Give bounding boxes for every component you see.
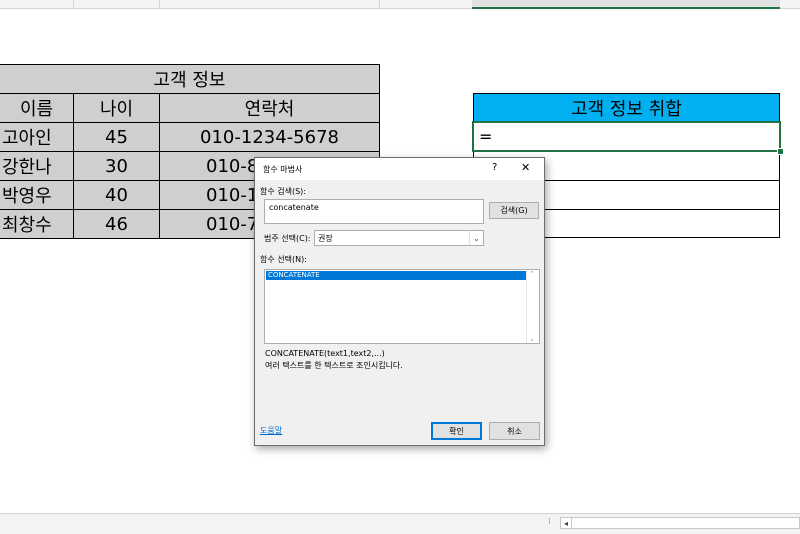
category-label: 범주 선택(C): [264,234,311,243]
header-contact[interactable]: 연락처 [159,93,380,123]
customer-info-title[interactable]: 고객 정보 [0,64,380,94]
scroll-left-icon[interactable]: ◂ [561,518,572,528]
dialog-titlebar[interactable]: 함수 마법사 ? ✕ [255,158,544,180]
cell-age[interactable]: 45 [73,122,160,152]
cancel-button[interactable]: 취소 [489,422,540,440]
cell-name[interactable]: 박영우 [0,180,74,210]
scroll-up-icon[interactable]: ⌃ [529,270,535,278]
function-list-label: 함수 선택(N): [260,255,307,264]
help-icon[interactable]: ? [492,162,497,173]
function-wizard-dialog: 함수 마법사 ? ✕ 함수 검색(S): concatenate 검색(G) 범… [254,157,545,446]
cell-age[interactable]: 40 [73,180,160,210]
dialog-title: 함수 마법사 [263,165,303,174]
horizontal-scrollbar[interactable] [560,517,800,529]
function-signature: CONCATENATE(text1,text2,...) [265,349,385,358]
cell-contact[interactable]: 010-1234-5678 [159,122,380,152]
category-value: 권장 [318,233,333,243]
cell-age[interactable]: 30 [73,151,160,181]
column-divider [73,0,74,8]
fill-handle[interactable] [777,148,784,155]
header-age[interactable]: 나이 [73,93,160,123]
function-search-input[interactable]: concatenate [264,199,484,224]
cell-name[interactable]: 고아인 [0,122,74,152]
active-cell[interactable]: = [472,121,781,152]
column-header-strip [0,0,800,9]
customer-summary-title[interactable]: 고객 정보 취합 [473,93,780,122]
cell-name[interactable]: 최창수 [0,209,74,239]
ok-button[interactable]: 확인 [431,422,482,440]
close-icon[interactable]: ✕ [521,161,530,174]
active-column-header[interactable] [472,0,780,9]
column-divider [159,0,160,8]
scroll-down-icon[interactable]: ⌄ [529,335,535,343]
cell-age[interactable]: 46 [73,209,160,239]
help-link[interactable]: 도움말 [260,425,282,436]
search-label: 함수 검색(S): [260,187,306,196]
search-button[interactable]: 검색(G) [489,202,539,219]
function-listbox[interactable]: CONCATENATE ⌃ ⌄ [264,269,540,344]
column-divider [379,0,380,8]
list-item[interactable]: CONCATENATE [266,271,527,280]
list-scrollbar[interactable]: ⌃ ⌄ [526,270,539,343]
cell-name[interactable]: 강한나 [0,151,74,181]
category-select[interactable]: 권장 ⌄ [314,230,484,246]
function-description: 여러 텍스트를 한 텍스트로 조인시킵니다. [265,361,403,370]
header-name[interactable]: 이름 [0,93,74,123]
split-grip-icon[interactable]: ⁞ [548,517,551,527]
chevron-down-icon[interactable]: ⌄ [469,231,483,245]
